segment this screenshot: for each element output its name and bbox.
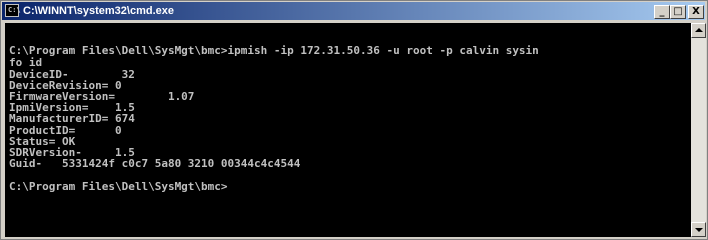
console-line: ManufacturerID= 674 [9, 112, 135, 125]
scroll-up-button[interactable] [691, 23, 706, 38]
minimize-button[interactable]: _ [654, 5, 670, 19]
console-output[interactable]: C:\Program Files\Dell\SysMgt\bmc>ipmish … [5, 23, 691, 237]
command-prompt-icon[interactable]: C:\ [5, 4, 21, 17]
scroll-down-button[interactable] [691, 222, 706, 237]
vertical-scrollbar[interactable] [691, 23, 706, 237]
console-line: fo id [9, 56, 43, 69]
arrow-down-icon [695, 228, 703, 232]
arrow-up-icon [695, 28, 703, 32]
console-line: Guid- 5331424f c0c7 5a80 3210 00344c4c45… [9, 157, 301, 170]
close-button[interactable]: X [688, 5, 704, 19]
console-line: C:\Program Files\Dell\SysMgt\bmc>ipmish … [9, 44, 539, 57]
maximize-button[interactable]: □ [670, 5, 686, 19]
console-line: C:\Program Files\Dell\SysMgt\bmc> [9, 180, 228, 193]
icon-label: C:\ [8, 6, 21, 14]
window-title: C:\WINNT\system32\cmd.exe [23, 5, 174, 17]
command-prompt-window: C:\ C:\WINNT\system32\cmd.exe _ □ X C:\P… [0, 0, 708, 240]
title-bar[interactable]: C:\ C:\WINNT\system32\cmd.exe _ □ X [2, 2, 705, 20]
